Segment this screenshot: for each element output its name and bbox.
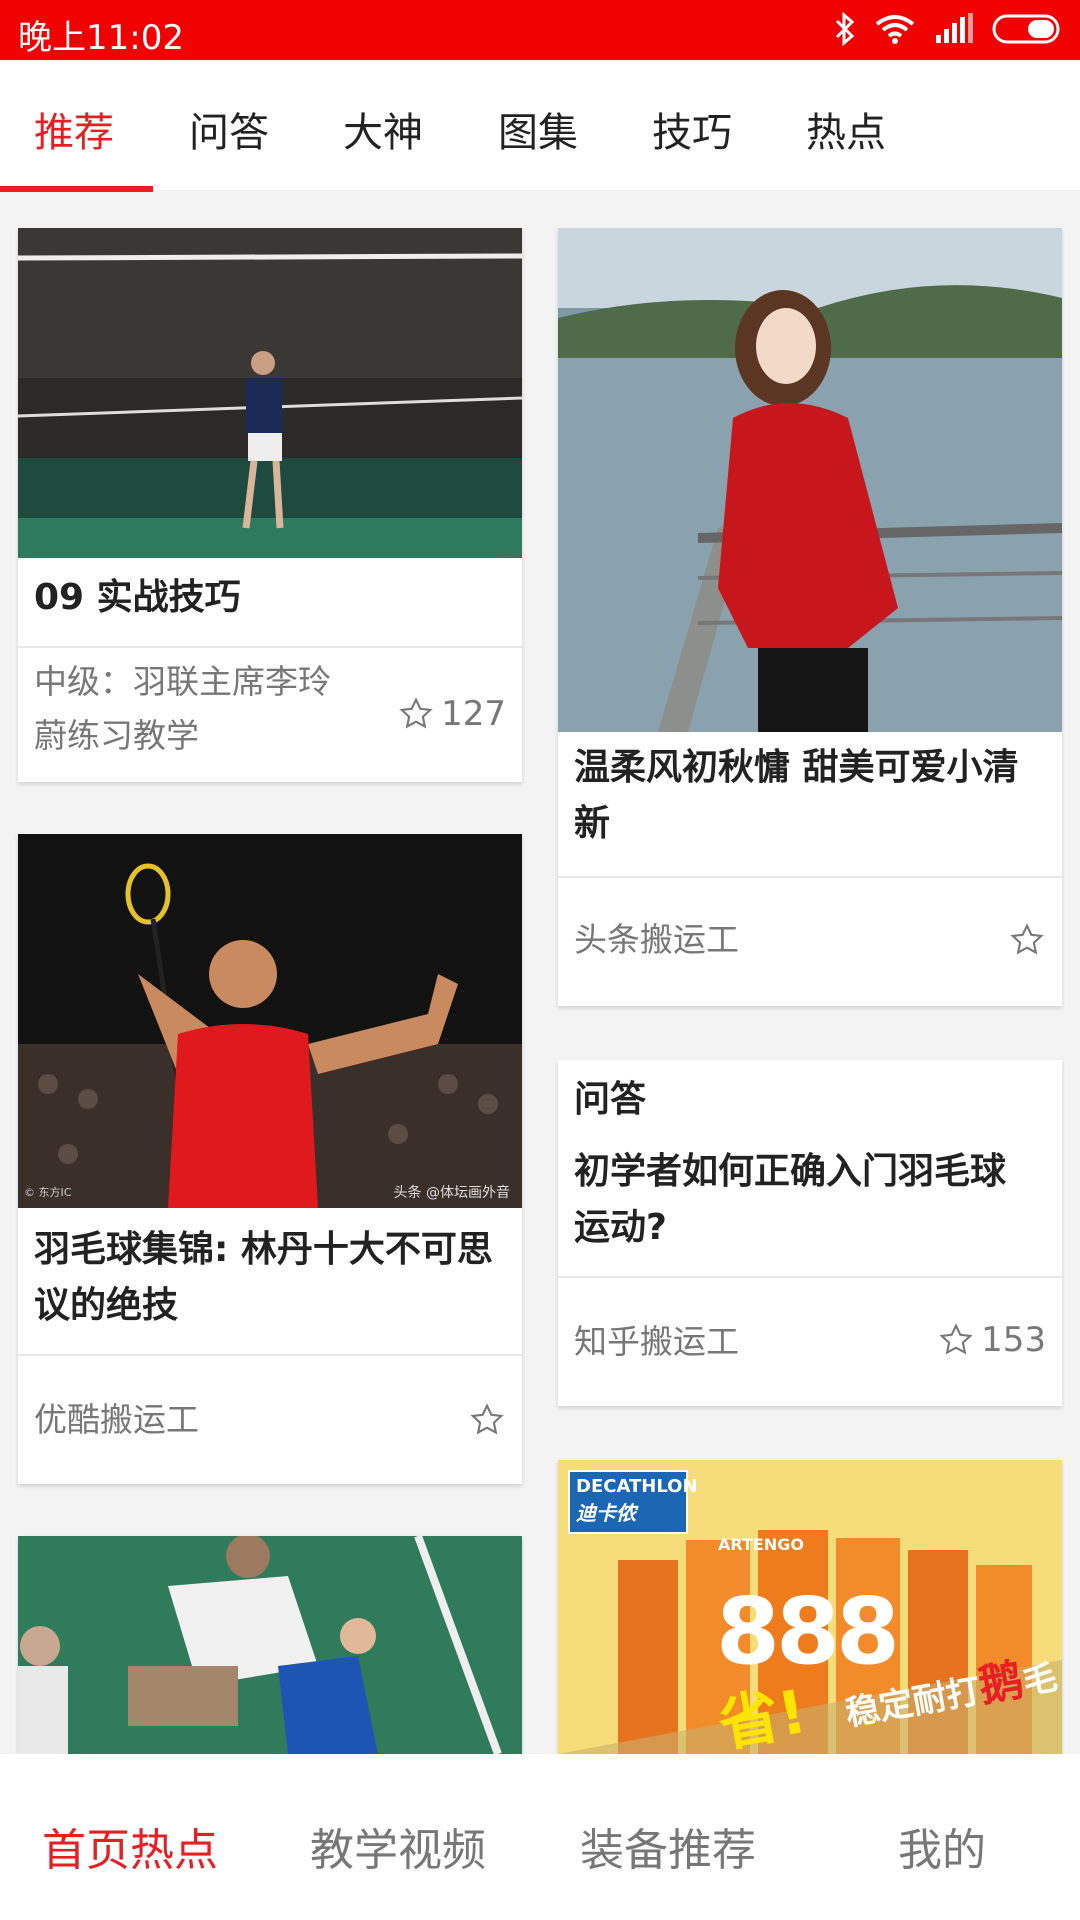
card-source: 优酷搬运工 xyxy=(34,1400,199,1439)
nav-profile[interactable]: 我的 xyxy=(898,1814,986,1878)
tab-recommend[interactable]: 推荐 xyxy=(34,100,114,158)
feed-card-decathlon-ad[interactable]: DECATHLON 迪卡侬 ARTENGO 888 省! 稳定耐打鹅毛 xyxy=(558,1460,1062,1754)
card-divider xyxy=(18,646,522,648)
card-image-player-celebrating: © 东方IC 头条 @体坛画外音 xyxy=(18,834,522,1208)
product-name: ARTENGO xyxy=(718,1535,804,1554)
card-category: 问答 xyxy=(574,1079,647,1120)
battery-icon xyxy=(992,14,1060,44)
card-divider xyxy=(558,1276,1062,1278)
favorite-button[interactable] xyxy=(468,1402,506,1438)
feed-card-highlights[interactable]: © 东方IC 头条 @体坛画外音 羽毛球集锦: 林丹十大不可思 议的绝技 优酷搬… xyxy=(18,834,522,1484)
star-outline-icon xyxy=(470,1403,504,1435)
star-outline-icon xyxy=(1010,923,1044,955)
status-bar: 晚上11:02 xyxy=(0,0,1080,60)
bottom-navigation: 首页热点 教学视频 装备推荐 我的 xyxy=(0,1754,1080,1920)
signal-icon xyxy=(936,13,973,43)
status-icons xyxy=(834,12,1064,46)
favorite-button[interactable] xyxy=(1008,922,1046,958)
category-tabs: 推荐 问答 大神 图集 技巧 热点 xyxy=(0,60,1080,190)
status-time: 晚上11:02 xyxy=(18,18,184,58)
tab-qa[interactable]: 问答 xyxy=(189,100,269,158)
tab-gallery[interactable]: 图集 xyxy=(498,100,578,158)
feed-card-qa[interactable]: 问答 初学者如何正确入门羽毛球 运动? 知乎搬运工 153 xyxy=(558,1060,1062,1406)
card-title-line1: 温柔风初秋慵 甜美可爱小清 xyxy=(574,747,1019,788)
card-image-woman-red-sweater xyxy=(558,228,1062,732)
card-divider xyxy=(558,876,1062,878)
feed-card-technique[interactable]: 09 实战技巧 中级：羽联主席李玲 蔚练习教学 127 xyxy=(18,228,522,782)
nav-equipment[interactable]: 装备推荐 xyxy=(580,1814,756,1878)
image-watermark-right: 头条 @体坛画外音 xyxy=(393,1185,510,1201)
card-title: 09 实战技巧 xyxy=(34,577,241,618)
slogan-save: 省! xyxy=(713,1676,812,1754)
brand-name-cn: 迪卡侬 xyxy=(576,1501,636,1525)
card-divider xyxy=(18,1354,522,1356)
card-image-player-on-floor xyxy=(18,1536,522,1754)
image-watermark-left: © 东方IC xyxy=(24,1186,72,1199)
card-subtitle-line1: 中级：羽联主席李玲 xyxy=(34,662,331,701)
tab-masters[interactable]: 大神 xyxy=(343,100,423,158)
feed-card-injury[interactable] xyxy=(18,1536,522,1754)
star-outline-icon xyxy=(399,697,433,729)
tab-hot[interactable]: 热点 xyxy=(806,100,886,158)
brand-name: DECATHLON xyxy=(576,1476,698,1497)
favorite-button[interactable]: 127 xyxy=(397,694,506,734)
nav-tutorial-videos[interactable]: 教学视频 xyxy=(310,1814,486,1878)
star-outline-icon xyxy=(939,1323,973,1355)
nav-home-hot[interactable]: 首页热点 xyxy=(42,1814,218,1878)
favorite-count: 127 xyxy=(441,694,506,734)
card-title-line1: 初学者如何正确入门羽毛球 xyxy=(574,1151,1007,1192)
card-title-line1: 羽毛球集锦: 林丹十大不可思 xyxy=(34,1229,493,1270)
feed-card-fashion[interactable]: 温柔风初秋慵 甜美可爱小清 新 头条搬运工 xyxy=(558,228,1062,1006)
decathlon-logo: DECATHLON 迪卡侬 xyxy=(568,1470,698,1534)
favorite-count: 153 xyxy=(981,1320,1046,1360)
tab-tips[interactable]: 技巧 xyxy=(652,100,732,158)
card-source: 头条搬运工 xyxy=(574,920,739,959)
wifi-icon xyxy=(875,15,915,44)
bluetooth-icon xyxy=(835,12,855,46)
card-source: 知乎搬运工 xyxy=(574,1322,739,1361)
card-subtitle-line2: 蔚练习教学 xyxy=(34,716,199,755)
card-title-line2: 议的绝技 xyxy=(34,1285,179,1326)
card-image-shuttlecock-tubes: DECATHLON 迪卡侬 ARTENGO 888 省! 稳定耐打鹅毛 xyxy=(558,1460,1062,1754)
card-title-line2: 运动? xyxy=(574,1207,667,1248)
active-tab-indicator xyxy=(0,186,153,192)
favorite-button[interactable]: 153 xyxy=(937,1320,1046,1360)
card-image-badminton-court xyxy=(18,228,522,558)
card-title-line2: 新 xyxy=(574,803,611,844)
